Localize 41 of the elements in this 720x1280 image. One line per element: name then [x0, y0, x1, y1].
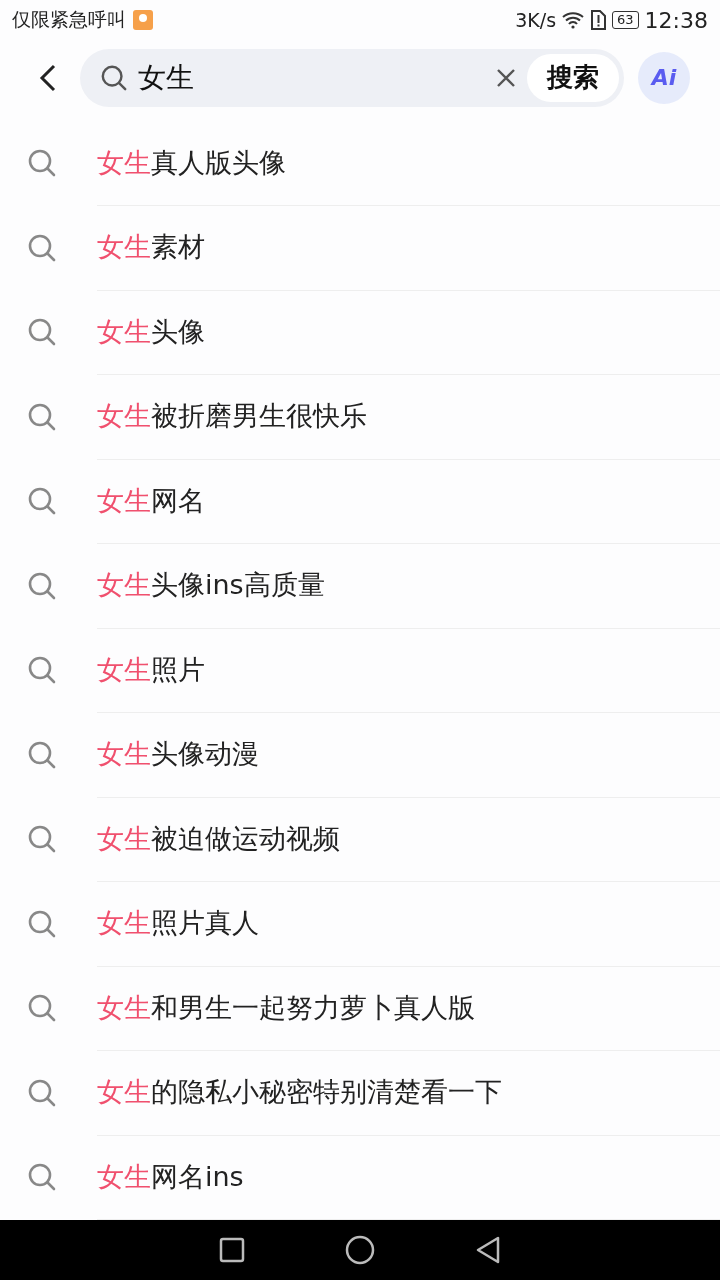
wifi-icon — [562, 11, 585, 29]
status-notice: 仅限紧急呼叫 — [12, 7, 126, 32]
battery-level: 63 — [612, 11, 639, 29]
search-icon — [26, 655, 57, 686]
search-icon — [26, 148, 57, 179]
suggestion-item[interactable]: 女生网名 — [97, 482, 205, 519]
suggestion-item[interactable]: 女生被折磨男生很快乐 — [97, 398, 367, 435]
suggestion-item[interactable]: 女生照片 — [97, 651, 205, 688]
suggestion-item[interactable]: 女生网名ins — [97, 1158, 244, 1195]
clear-icon[interactable] — [495, 66, 517, 89]
search-icon — [26, 232, 57, 263]
back-icon[interactable] — [475, 1236, 501, 1264]
network-speed: 3K/s — [515, 9, 557, 31]
clock: 12:38 — [644, 7, 708, 33]
suggestion-item[interactable]: 女生头像动漫 — [97, 736, 259, 773]
suggestion-item[interactable]: 女生照片真人 — [97, 905, 259, 942]
search-icon — [26, 739, 57, 770]
search-icon — [26, 1162, 57, 1193]
search-icon — [100, 63, 128, 92]
search-icon — [26, 908, 57, 939]
home-icon[interactable] — [345, 1235, 375, 1265]
search-icon — [26, 401, 57, 432]
suggestion-item[interactable]: 女生真人版头像 — [97, 144, 286, 181]
search-icon — [26, 317, 57, 348]
suggestion-item[interactable]: 女生被迫做运动视频 — [97, 820, 340, 857]
app-icon — [132, 9, 154, 31]
search-icon — [26, 486, 57, 517]
ai-button[interactable]: Ai — [638, 51, 690, 104]
suggestion-item[interactable]: 女生素材 — [97, 229, 205, 266]
suggestion-item[interactable]: 女生头像ins高质量 — [97, 567, 325, 604]
search-field[interactable]: 女生 搜索 — [80, 48, 624, 107]
search-button[interactable]: 搜索 — [527, 53, 619, 102]
sim-alert-icon — [590, 10, 607, 30]
search-icon — [26, 570, 57, 601]
search-icon — [26, 824, 57, 855]
search-icon — [26, 993, 57, 1024]
suggestion-item[interactable]: 女生头像 — [97, 313, 205, 350]
suggestion-item[interactable]: 女生和男生一起努力萝卜真人版 — [97, 989, 475, 1026]
suggestion-item[interactable]: 女生的隐私小秘密特别清楚看一下 — [97, 1074, 502, 1111]
recents-icon[interactable] — [219, 1237, 245, 1263]
search-icon — [26, 1077, 57, 1108]
